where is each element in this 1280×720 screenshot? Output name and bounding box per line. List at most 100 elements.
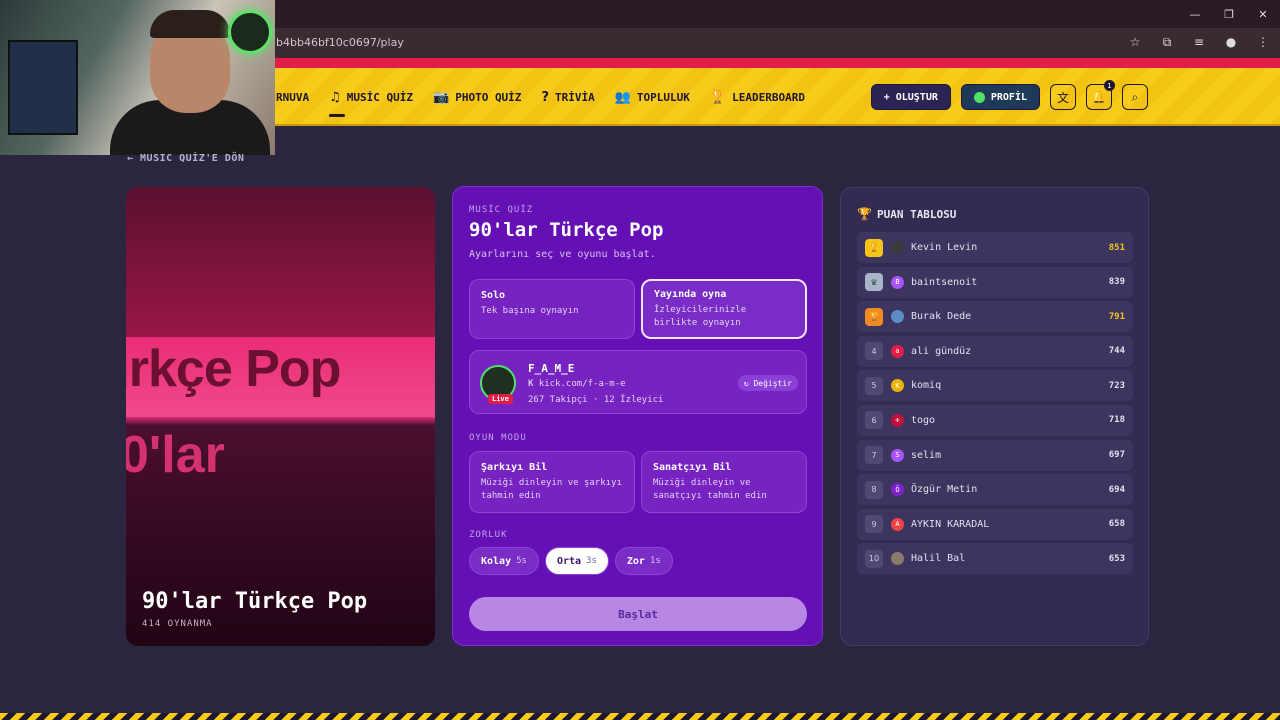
leaderboard-row[interactable]: 8 Ö Özgür Metin 694 [857,474,1133,506]
difficulty-easy[interactable]: Kolay 5s [469,547,539,575]
leaderboard-title: 🏆 PUAN TABLOSU [857,207,956,221]
leaderboard-title-text: PUAN TABLOSU [876,207,957,221]
nav-item-label: PHOTO QUİZ [455,90,522,104]
nav-actions: + OLUŞTUR PROFİL 文 🔔 1 ⌕ [870,80,1148,110]
mode-title: Şarkıyı Bil [481,462,548,473]
mode-guess-song[interactable]: Şarkıyı Bil Müziği dinleyin ve şarkıyı t… [469,451,635,513]
player-name: AYKIN KARADAL [911,518,990,530]
difficulty-label: ZORLUK [469,530,508,540]
leaderboard-rows: 🏆 Kevin Levin 851 ♛ Bbaintsenoit 839 🏆 Burak De… [857,232,1133,578]
bell-icon: 🔔 [1091,90,1107,104]
nav-item-label: MUSİC QUİZ [346,90,414,104]
profile-avatar-icon[interactable]: ● [1222,33,1240,51]
back-to-music-quiz-link[interactable]: ← MUSIC QUİZ'E DÖN [127,153,244,164]
quiz-settings-panel: MUSİC QUİZ 90'lar Türkçe Pop Ayarlarını … [452,186,823,646]
player-name: ali gündüz [911,345,972,357]
change-channel-button[interactable]: ↻ Değiştir [737,375,798,391]
live-badge: Live [488,394,513,404]
leaderboard-row[interactable]: 6 ✣ togo 718 [857,404,1133,436]
leaderboard-row[interactable]: 4 a ali gündüz 744 [857,335,1133,367]
player-avatar [891,241,904,254]
quiz-cover-card: ürkçe Pop 0'lar 90'lar Türkçe Pop 414 OY… [126,187,435,646]
webcam-overlay [0,0,275,155]
start-button[interactable]: Başlat [469,597,807,631]
camera-icon: 📷 [433,89,450,105]
quiz-title: 90'lar Türkçe Pop [469,219,664,241]
player-score: 744 [1108,346,1125,357]
kick-icon: K [528,379,539,389]
player-name: Burak Dede [911,311,972,323]
browser-menu-icon[interactable]: ⋮ [1254,33,1272,51]
channel-stats: 267 Takipçi · 12 İzleyici [528,395,664,405]
player-avatar [891,552,904,566]
url-text[interactable]: b4bb46bf10c0697/play [276,36,404,49]
nav-item-turnuva[interactable]: RNUVA [276,91,309,104]
player-avatar: K [891,379,904,393]
close-button[interactable]: ✕ [1246,0,1280,28]
music-note-icon: ♫ [329,89,341,105]
player-avatar [891,310,904,324]
nav-item-label: TRİVİA [554,90,595,104]
quiz-subtitle: Ayarlarını seç ve oyunu başlat. [469,249,656,260]
cover-play-count: 414 OYNANMA [142,619,213,629]
search-button[interactable]: ⌕ [1122,84,1148,110]
mode-guess-artist[interactable]: Sanatçıyı Bil Müziği dinleyin ve sanatçı… [641,451,807,513]
restore-button[interactable]: ❐ [1212,0,1246,28]
streamer-logo [228,10,272,54]
difficulty-medium[interactable]: Orta 3s [544,547,609,575]
nav-item-trivia[interactable]: ? TRİVİA [541,90,594,105]
solo-option[interactable]: Solo Tek başına oynayın [469,279,635,339]
leaderboard-row[interactable]: 10 Halil Bal 653 [857,543,1133,575]
difficulty-hard[interactable]: Zor 1s [614,547,673,575]
player-name: Kevin Levin [911,242,978,253]
player-score: 653 [1108,553,1125,564]
cover-title: 90'lar Türkçe Pop [142,589,368,614]
difficulty-options: Kolay 5s Orta 3s Zor 1s [469,547,673,575]
bottom-hazard-stripe [0,713,1280,720]
extensions-icon[interactable]: ⧉ [1158,33,1176,51]
notifications-button[interactable]: 🔔 1 [1086,80,1115,110]
profile-label: PROFİL [990,91,1027,103]
leaderboard-row[interactable]: 🏆 Burak Dede 791 [857,301,1133,333]
player-score: 694 [1108,484,1125,495]
rank-medal-icon: 🏆 [865,238,883,257]
leaderboard-row[interactable]: 5 Kkomiq 723 [857,370,1133,402]
nav-item-label: LEADERBOARD [732,90,805,104]
difficulty-time: 1s [649,556,661,566]
translate-icon: 文 [1056,90,1069,105]
mode-title: Sanatçıyı Bil [653,462,732,473]
player-name: Halil Bal [911,553,966,565]
nav-item-leaderboard[interactable]: 🏆 LEADERBOARD [710,90,805,105]
translate-button[interactable]: 文 [1050,84,1076,110]
question-bubble-icon: ? [541,89,549,105]
minimize-button[interactable]: — [1178,0,1212,28]
player-score: 723 [1108,380,1125,391]
player-name: togo [911,414,936,426]
nav-item-photo-quiz[interactable]: 📷 PHOTO QUİZ [433,90,521,105]
stream-play-option[interactable]: Yayında oyna İzleyicilerinizle birlikte … [641,279,807,339]
cover-big-text-line1: ürkçe Pop [126,340,341,398]
bookmark-star-icon[interactable]: ☆ [1126,33,1144,51]
webcam-person-hair [150,10,230,38]
player-score: 658 [1108,519,1125,530]
webcam-background-monitor [8,40,78,135]
reading-list-icon[interactable]: ≡ [1190,33,1208,51]
leaderboard-row[interactable]: 🏆 Kevin Levin 851 [857,232,1133,263]
rank-number: 10 [865,549,883,568]
player-name: baintsenoit [911,276,978,288]
create-button[interactable]: + OLUŞTUR [870,84,951,110]
trophy-icon: 🏆 [709,89,727,105]
leaderboard-row[interactable]: 7 Sselim 697 [857,439,1133,471]
leaderboard-row[interactable]: ♛ Bbaintsenoit 839 [857,266,1133,298]
player-name: Özgür Metin [911,484,978,496]
nav-item-label: RNUVA [276,90,310,104]
rank-medal-icon: ♛ [865,273,883,292]
difficulty-time: 3s [586,556,597,566]
nav-item-music-quiz[interactable]: ♫ MUSİC QUİZ [329,89,414,117]
leaderboard-row[interactable]: 9 A AYKIN KARADAL 658 [857,508,1133,540]
mode-description: Müziği dinleyin ve sanatçıyı tahmin edin [653,478,767,501]
player-avatar: A [891,517,904,531]
nav-item-topluluk[interactable]: 👥 TOPLULUK [615,90,690,105]
profile-button[interactable]: PROFİL [960,84,1040,110]
cover-big-text-line2: 0'lar [126,426,225,484]
